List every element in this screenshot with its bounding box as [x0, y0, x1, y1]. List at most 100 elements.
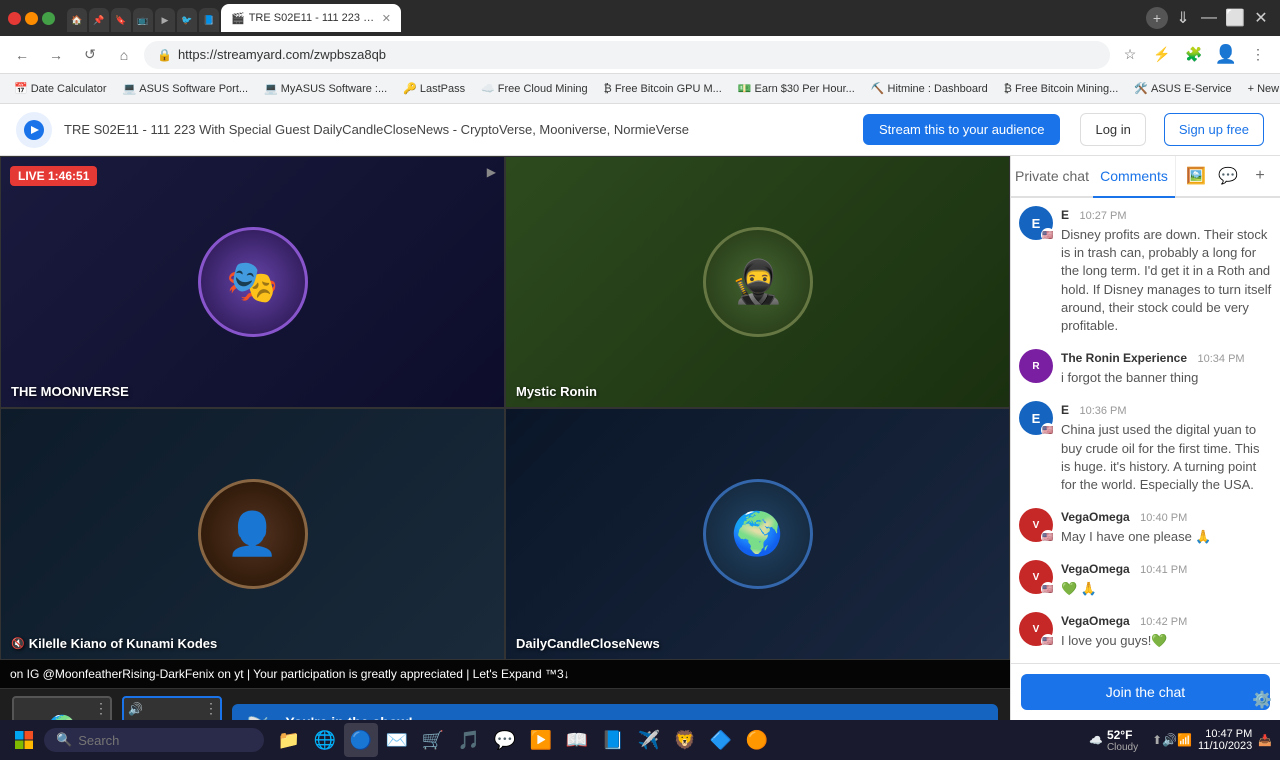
start-btn[interactable] — [8, 724, 40, 756]
bookmark-btc-mining[interactable]: ₿Free Bitcoin Mining... — [998, 81, 1124, 97]
tab-other-2[interactable]: 📌 — [89, 8, 109, 32]
performance-btn[interactable]: ⚡ — [1148, 41, 1176, 69]
weather-widget: ☁️ 52°F Cloudy — [1081, 728, 1146, 753]
taskbar-right: ☁️ 52°F Cloudy ⬆🔊📶 10:47 PM 11/10/2023 📥 — [1081, 728, 1272, 753]
msg-content-4: VegaOmega 10:40 PM May I have one please… — [1061, 508, 1272, 546]
profile-btn[interactable]: 👤 — [1212, 41, 1240, 69]
msg-content-5: VegaOmega 10:41 PM 💚 🙏 — [1061, 560, 1272, 598]
forward-btn[interactable]: → — [42, 41, 70, 69]
flag-e-1: 🇺🇸 — [1041, 228, 1055, 242]
taskbar-app-telegram[interactable]: ✈️ — [632, 723, 666, 757]
bookmark-date-calc[interactable]: 📅Date Calculator — [8, 80, 113, 97]
address-bar[interactable]: 🔒 https://streamyard.com/zwpbsza8qb — [144, 41, 1110, 69]
avatar-ronin: 🥷 — [703, 227, 813, 337]
taskbar-app-store[interactable]: 🛒 — [416, 723, 450, 757]
preview-bar: 🌍 ⋮ DailyCandleCloseN... 📷 🔊 ⋮ DailyCand… — [0, 688, 1010, 720]
bookmark-earn[interactable]: 💵Earn $30 Per Hour... — [732, 80, 861, 97]
new-tab-btn[interactable]: + — [1146, 7, 1168, 29]
back-btn[interactable]: ← — [8, 41, 36, 69]
panel-add-icon[interactable]: + — [1246, 162, 1274, 190]
tab-other-6[interactable]: 🐦 — [177, 8, 197, 32]
in-show-icon: 📡 — [246, 716, 273, 721]
ticker-bar: on IG @MoonfeatherRising-DarkFenix on yt… — [0, 660, 1010, 688]
taskbar-app-edge[interactable]: 🌐 — [308, 723, 342, 757]
taskbar-app-brave[interactable]: 🦁 — [668, 723, 702, 757]
video-area: LIVE 1:46:51 🎭 THE MOONIVERSE ▶ 🥷 Mysti — [0, 156, 1010, 720]
stream-to-audience-btn[interactable]: Stream this to your audience — [863, 114, 1060, 145]
tab-other-3[interactable]: 🔖 — [111, 8, 131, 32]
flag-vega-3: 🇺🇸 — [1041, 634, 1055, 648]
active-tab[interactable]: 🎬 TRE S02E11 - 111 223 With Special Gues… — [221, 4, 401, 32]
tab-search-btn[interactable]: ⇓ — [1172, 7, 1194, 29]
taskbar-app-extra1[interactable]: 🔷 — [704, 723, 738, 757]
avatar-daily: 🌍 — [703, 479, 813, 589]
msg-content-6: VegaOmega 10:42 PM I love you guys!💚 — [1061, 612, 1272, 650]
msg-content-3: E 10:36 PM China just used the digital y… — [1061, 401, 1272, 494]
in-show-banner: 📡 You're in the show! Everyone can see a… — [232, 704, 998, 721]
preview-thumb-1[interactable]: 🌍 ⋮ DailyCandleCloseN... — [12, 696, 112, 720]
taskbar-app-wiki[interactable]: 📖 — [560, 723, 594, 757]
video-grid: 🎭 THE MOONIVERSE ▶ 🥷 Mystic Ronin — [0, 156, 1010, 660]
tab-other-4[interactable]: 📺 — [133, 8, 153, 32]
nav-right-icons: ☆ ⚡ 🧩 👤 ⋮ — [1116, 41, 1272, 69]
sy-logo — [16, 112, 52, 148]
tab-private-chat[interactable]: Private chat — [1011, 156, 1093, 198]
bookmark-asus-port[interactable]: 💻ASUS Software Port... — [117, 80, 255, 97]
login-btn[interactable]: Log in — [1080, 113, 1145, 146]
streamyard-logo-icon — [23, 119, 45, 141]
tab-other-1[interactable]: 🏠 — [67, 8, 87, 32]
taskbar-app-spotify[interactable]: 🎵 — [452, 723, 486, 757]
taskbar-search-input[interactable] — [78, 733, 248, 748]
bookmark-btc-gpu[interactable]: ₿Free Bitcoin GPU M... — [598, 81, 728, 97]
chat-messages: E 🇺🇸 E 10:27 PM Disney profits are down.… — [1011, 198, 1280, 663]
stream-title: TRE S02E11 - 111 223 With Special Guest … — [64, 122, 851, 137]
window-minimize-btn[interactable] — [25, 12, 38, 25]
taskbar-app-youtube[interactable]: ▶️ — [524, 723, 558, 757]
panel-photo-icon[interactable]: 🖼️ — [1182, 162, 1210, 190]
taskbar-app-extra2[interactable]: 🟠 — [740, 723, 774, 757]
tab-other-7[interactable]: 📘 — [199, 8, 219, 32]
taskbar-search[interactable]: 🔍 — [44, 728, 264, 752]
restore-win-btn[interactable]: ⬜ — [1224, 7, 1246, 29]
taskbar-app-mail[interactable]: ✉️ — [380, 723, 414, 757]
preview-menu-btn-2[interactable]: ⋮ — [204, 700, 218, 717]
windows-logo-icon — [14, 730, 34, 750]
taskbar-app-chrome[interactable]: 🔵 — [344, 723, 378, 757]
minimize-win-btn[interactable]: — — [1198, 7, 1220, 29]
tab-comments[interactable]: Comments — [1093, 156, 1175, 198]
window-close-btn[interactable] — [8, 12, 21, 25]
reload-btn[interactable]: ↺ — [76, 41, 104, 69]
window-maximize-btn[interactable] — [42, 12, 55, 25]
bookmark-asus-eservice[interactable]: 🛠️ASUS E-Service — [1128, 80, 1237, 97]
chat-settings-icon[interactable]: ⚙️ — [1252, 690, 1272, 710]
bookmark-star-btn[interactable]: ☆ — [1116, 41, 1144, 69]
taskbar-app-explorer[interactable]: 📁 — [272, 723, 306, 757]
signup-btn[interactable]: Sign up free — [1164, 113, 1264, 146]
mute-icon: 🔇 — [11, 637, 25, 650]
menu-btn[interactable]: ⋮ — [1244, 41, 1272, 69]
panel-chat-icon[interactable]: 💬 — [1214, 162, 1242, 190]
taskbar-apps: 📁 🌐 🔵 ✉️ 🛒 🎵 💬 ▶️ 📖 📘 ✈️ 🦁 🔷 🟠 — [272, 723, 774, 757]
search-icon: 🔍 — [56, 732, 72, 748]
nav-bar: ← → ↺ ⌂ 🔒 https://streamyard.com/zwpbsza… — [0, 36, 1280, 74]
bookmark-lastpass[interactable]: 🔑LastPass — [397, 80, 471, 97]
bookmark-myasus[interactable]: 💻MyASUS Software :... — [258, 80, 393, 97]
chat-panel: Private chat Comments 🖼️ 💬 + E 🇺🇸 E 10:2… — [1010, 156, 1280, 720]
tab-other-5[interactable]: ▶ — [155, 8, 175, 32]
close-win-btn[interactable]: ✕ — [1250, 7, 1272, 29]
tab-close-btn[interactable]: ✕ — [382, 12, 391, 25]
join-chat-btn[interactable]: Join the chat — [1021, 674, 1270, 710]
bookmark-new-tab[interactable]: +New tab — [1242, 81, 1280, 97]
notification-btn[interactable]: 📥 — [1258, 734, 1272, 747]
preview-menu-btn-1[interactable]: ⋮ — [94, 700, 108, 717]
preview-thumb-2[interactable]: 📷 🔊 ⋮ DailyCandleCloseN... — [122, 696, 222, 720]
bookmark-free-cloud[interactable]: ☁️Free Cloud Mining — [475, 80, 594, 97]
taskbar-app-discord[interactable]: 💬 — [488, 723, 522, 757]
bookmark-hitmine[interactable]: ⛏️Hitmine : Dashboard — [865, 80, 994, 97]
taskbar-app-fb[interactable]: 📘 — [596, 723, 630, 757]
taskbar-clock[interactable]: 10:47 PM 11/10/2023 — [1198, 728, 1252, 752]
chat-tabs: Private chat Comments 🖼️ 💬 + — [1011, 156, 1280, 198]
home-btn[interactable]: ⌂ — [110, 41, 138, 69]
avatar-vega-2: V 🇺🇸 — [1019, 560, 1053, 594]
extensions-btn[interactable]: 🧩 — [1180, 41, 1208, 69]
